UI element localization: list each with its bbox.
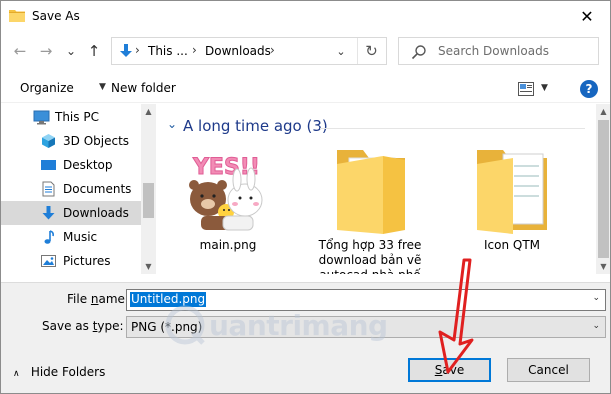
folder-icon <box>337 150 405 234</box>
sticker-image: YES!! <box>183 148 273 232</box>
sidebar-item-label: This PC <box>55 110 99 124</box>
scroll-down-arrow-icon[interactable]: ▼ <box>598 262 609 271</box>
title-bar: Save As ✕ <box>1 1 610 31</box>
sidebar-item-pictures[interactable]: Pictures <box>1 249 141 273</box>
sidebar-item-label: Pictures <box>63 254 111 268</box>
change-view-icon[interactable] <box>518 82 534 96</box>
chevron-down-icon: ⌄ <box>336 44 346 58</box>
scroll-up-arrow-icon[interactable]: ▲ <box>143 107 154 116</box>
breadcrumb-separator: › <box>192 43 197 57</box>
file-name-value: Untitled.png <box>130 292 207 307</box>
window-title: Save As <box>32 9 80 23</box>
sidebar-item-this-pc[interactable]: This PC <box>1 105 141 129</box>
sidebar-item-label: Music <box>63 230 98 244</box>
hide-folders-button[interactable]: ∧ Hide Folders <box>13 365 105 379</box>
sidebar-item-3d-objects[interactable]: 3D Objects <box>1 129 141 153</box>
chevron-down-icon: ⌄ <box>65 44 77 58</box>
chevron-down-icon: ⌄ <box>592 321 600 331</box>
sidebar-item-documents[interactable]: Documents <box>1 177 141 201</box>
group-header[interactable]: ⌄ A long time ago (3) <box>158 116 588 136</box>
desktop-icon <box>41 160 56 170</box>
file-name-field[interactable]: Untitled.png ⌄ <box>126 289 606 311</box>
file-list: ⌄ A long time ago (3) YES!! main.png Tổn… <box>158 104 596 274</box>
download-icon <box>120 44 132 57</box>
sidebar-scroll-thumb[interactable] <box>143 183 154 218</box>
folder-icon <box>9 10 25 22</box>
group-title: A long time ago (3) <box>183 117 328 135</box>
chevron-down-icon[interactable]: ⌄ <box>592 293 600 303</box>
sidebar-item-label: Desktop <box>63 158 113 172</box>
search-icon <box>411 45 426 60</box>
file-name: Icon QTM <box>483 238 541 252</box>
download-icon <box>42 206 55 220</box>
back-button[interactable]: ← <box>10 41 30 61</box>
file-thumbnail <box>447 144 577 236</box>
view-options-dropdown[interactable]: ▼ <box>541 83 548 93</box>
up-arrow-icon: ↑ <box>87 42 101 60</box>
save-form: File name: Untitled.png ⌄ Save as type: … <box>1 282 610 393</box>
new-folder-button[interactable]: New folder <box>111 81 176 95</box>
save-type-label: Save as type: <box>42 319 124 333</box>
breadcrumb-downloads[interactable]: Downloads <box>205 44 271 58</box>
recent-locations-button[interactable]: ⌄ <box>61 41 81 61</box>
address-history-dropdown[interactable]: ⌄ <box>332 41 350 61</box>
cube-icon <box>42 134 55 148</box>
save-button[interactable]: Save <box>408 358 491 382</box>
back-arrow-icon: ← <box>13 42 27 60</box>
chevron-down-icon: ▼ <box>99 82 106 92</box>
file-list-scrollbar[interactable]: ▲ ▼ <box>596 104 610 274</box>
help-icon: ? <box>585 82 593 96</box>
file-thumbnail <box>305 144 435 236</box>
cancel-button-label: Cancel <box>528 363 569 377</box>
save-type-value: PNG (*.png) <box>131 320 203 334</box>
save-as-dialog: Save As ✕ ← → ⌄ ↑ › This ... › Downloads… <box>0 0 611 394</box>
pictures-icon <box>41 255 56 267</box>
search-placeholder: Search Downloads <box>438 44 549 58</box>
breadcrumb-separator: › <box>270 43 275 57</box>
sidebar-item-label: 3D Objects <box>63 134 130 148</box>
save-type-select[interactable]: PNG (*.png) ⌄ <box>126 316 606 338</box>
sidebar-item-label: Downloads <box>63 206 129 220</box>
file-name-label: File name: <box>67 292 129 306</box>
sidebar-item-desktop[interactable]: Desktop <box>1 153 141 177</box>
refresh-icon: ↻ <box>365 42 378 60</box>
folder-icon <box>477 150 547 234</box>
up-button[interactable]: ↑ <box>84 41 104 61</box>
save-button-label: Save <box>434 363 465 377</box>
scroll-up-arrow-icon[interactable]: ▲ <box>598 107 609 116</box>
sidebar-scrollbar[interactable]: ▲ ▼ <box>141 104 156 274</box>
cancel-button[interactable]: Cancel <box>507 358 590 382</box>
hide-folders-label: Hide Folders <box>30 365 106 379</box>
sidebar-item-label: Documents <box>63 182 132 196</box>
help-button[interactable]: ? <box>580 80 598 98</box>
chevron-down-icon: ⌄ <box>167 117 178 131</box>
forward-arrow-icon: → <box>39 42 53 60</box>
sidebar-item-music[interactable]: Music <box>1 225 141 249</box>
refresh-button[interactable]: ↻ <box>357 38 385 64</box>
navigation-pane: This PC 3D Objects Desktop Documents Dow… <box>1 104 156 274</box>
breadcrumb-separator: › <box>135 43 140 57</box>
music-icon <box>44 230 54 244</box>
file-list-scroll-thumb[interactable] <box>598 120 609 258</box>
file-thumbnail: YES!! <box>163 144 293 236</box>
document-icon <box>42 181 55 197</box>
scroll-down-arrow-icon[interactable]: ▼ <box>143 262 154 271</box>
file-name: Tổng hợp 33 free download bản vẽ autocad… <box>318 238 422 274</box>
forward-button[interactable]: → <box>36 41 56 61</box>
close-icon: ✕ <box>580 6 594 26</box>
sidebar-item-downloads[interactable]: Downloads <box>1 201 141 225</box>
close-button[interactable]: ✕ <box>564 1 610 31</box>
search-input[interactable]: Search Downloads <box>398 37 599 65</box>
computer-icon <box>33 110 50 125</box>
group-divider <box>320 128 585 129</box>
command-toolbar: Organize ▼ New folder ▼ ? <box>1 75 610 103</box>
breadcrumb-this-pc[interactable]: This ... <box>148 44 188 58</box>
file-name: main.png <box>199 238 257 252</box>
organize-button[interactable]: Organize <box>20 81 74 95</box>
chevron-up-icon: ∧ <box>13 369 20 379</box>
